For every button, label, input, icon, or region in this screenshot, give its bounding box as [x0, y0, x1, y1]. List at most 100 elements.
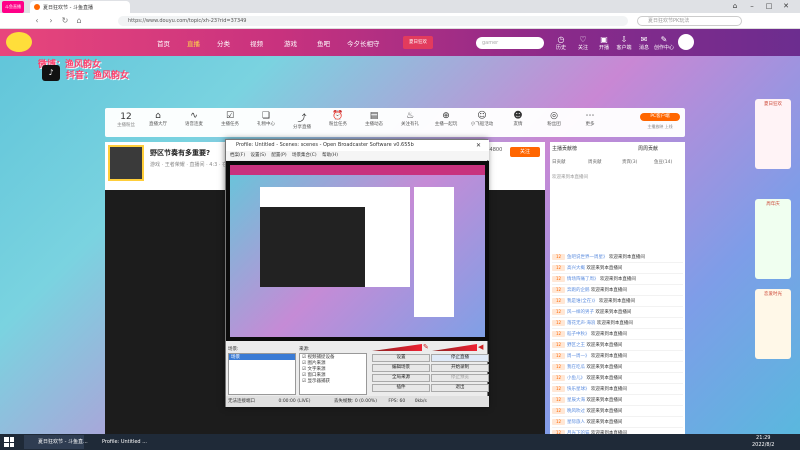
back-icon[interactable]: ‹ [32, 16, 42, 26]
browser-logo[interactable]: 斗鱼直播 [2, 1, 24, 13]
source-item[interactable]: ☑ 显示器捕获 [302, 378, 366, 384]
chat-username[interactable]: 小鱼儿》 [567, 376, 585, 381]
nav-client[interactable]: ⇩ 客户端 [614, 35, 634, 51]
pc-client-button[interactable]: PC客户端 [640, 113, 680, 121]
func-hall[interactable]: ⌂ 直播大厅 [141, 111, 175, 127]
chat-tab-week2[interactable]: 周贡献 [588, 159, 602, 165]
obs-stop-preview-button[interactable]: 停止预览 [431, 374, 489, 382]
obs-record-button[interactable]: 开始录制 [431, 364, 489, 372]
forward-icon[interactable]: › [46, 16, 56, 26]
chat-username[interactable]: 落花无声·海浪 [567, 321, 595, 326]
chat-username[interactable]: 鱼吧说世界一周星》 [567, 255, 608, 260]
chat-tab-fishbean[interactable]: 鱼豆(14) [654, 159, 672, 165]
mute-icon[interactable]: ◀ [478, 343, 483, 351]
sources-list[interactable]: ☑ 视频捕捉设备 ☑ 图片来源 ☑ 文字来源 ☑ 窗口来源 ☑ 显示器捕获 [299, 353, 367, 395]
nav-messages[interactable]: ✉ 消息 [634, 35, 654, 51]
camera-icon: ▣ [600, 35, 608, 44]
obs-global-sources-button[interactable]: 全局来源 [372, 374, 430, 382]
nav-event[interactable]: 今夕长相守 [347, 38, 380, 48]
site-search-input[interactable]: gamer [476, 37, 544, 49]
event-badge[interactable]: 夏日狂欢 [403, 36, 433, 49]
chat-username[interactable]: 晚风吹过 [567, 409, 585, 414]
obs-menu-file[interactable]: 档案(F) [230, 153, 245, 158]
follow-button[interactable]: 关注 [510, 147, 540, 157]
obs-edit-scene-button[interactable]: 编辑场景 [372, 364, 430, 372]
obs-plugins-button[interactable]: 插件 [372, 384, 430, 392]
obs-menu-settings[interactable]: 设置(S) [251, 153, 266, 158]
obs-menu-help[interactable]: 帮助(H) [322, 153, 338, 158]
maximize-button[interactable]: □ [762, 1, 776, 12]
chat-text: 欢迎来到本直播间 [586, 398, 623, 403]
reload-icon[interactable]: ↻ [60, 16, 70, 26]
obs-exit-button[interactable]: 退出 [431, 384, 489, 392]
chat-username[interactable]: 风一样的男子 [567, 310, 594, 315]
home-icon[interactable]: ⌂ [728, 1, 742, 12]
taskbar-obs[interactable]: Profile: Untitled ... [88, 435, 150, 449]
chat-username[interactable]: 稻子中秋》 [567, 332, 590, 337]
user-avatar[interactable] [678, 34, 694, 50]
scenes-list[interactable]: 场景 [228, 353, 296, 395]
audio-meter-mic[interactable] [372, 344, 422, 351]
obs-titlebar[interactable]: Profile: Untitled - Scenes: scenes - Ope… [226, 140, 489, 151]
chat-username[interactable]: 我是谁(全在)》 [567, 299, 598, 304]
minimize-button[interactable]: – [745, 1, 759, 12]
obs-stop-stream-button[interactable]: 停止直播 [431, 354, 489, 362]
chat-username[interactable]: 奔跑的企鹅 [567, 288, 590, 293]
obs-menu-profile[interactable]: 配置(P) [271, 153, 286, 158]
nav-creator[interactable]: ✎ 创作中心 [654, 35, 674, 51]
browser-tab[interactable]: 夏日狂欢节 - 斗鱼直播 [30, 1, 130, 13]
func-voice[interactable]: ∿ 语音连麦 [177, 111, 211, 127]
chat-week-tab[interactable]: 周周贡献 [638, 145, 658, 152]
func-friend[interactable]: ☻ 友情 [501, 111, 535, 127]
browser-search-input[interactable]: 夏日狂欢节PK玩法 [637, 16, 742, 26]
nav-start-live[interactable]: ▣ 开播 [594, 35, 614, 51]
streamer-avatar[interactable] [108, 145, 144, 181]
nav-fishbar[interactable]: 鱼吧 [317, 38, 330, 48]
home-nav-icon[interactable]: ⌂ [74, 16, 84, 26]
nav-live[interactable]: 直播 [187, 38, 200, 48]
taskbar-browser[interactable]: 夏日狂欢节 - 斗鱼直... [24, 435, 88, 449]
level-badge: 12 [552, 353, 565, 359]
chat-username[interactable]: 星际旅人 [567, 420, 585, 425]
func-play[interactable]: ⊕ 主播一起玩 [429, 111, 463, 127]
douyu-logo[interactable] [6, 32, 32, 52]
nav-history[interactable]: ◷ 历史 [551, 35, 571, 51]
chat-rank-tab[interactable]: 主播贡献榜 [552, 145, 577, 152]
scene-item[interactable]: 场景 [229, 354, 295, 360]
audio-meter-desktop[interactable] [432, 344, 477, 351]
func-task[interactable]: ☑ 主播任务 [213, 111, 247, 127]
chat-username[interactable]: 周一周一》 [567, 354, 590, 359]
side-banner-1[interactable]: 夏日狂欢 [755, 99, 791, 169]
taskbar-clock[interactable]: 21:29 2022/8/2 [752, 435, 774, 449]
nav-game[interactable]: 游戏 [284, 38, 297, 48]
speaker-icon[interactable]: ✎ [423, 343, 429, 351]
obs-close-button[interactable]: ✕ [476, 140, 481, 151]
chat-username[interactable]: 野区之王 [567, 343, 585, 348]
chat-tab-day[interactable]: 日贡献 [552, 159, 566, 165]
func-fantask[interactable]: ⏰ 粉丝任务 [321, 111, 355, 127]
url-input[interactable]: https://www.douyu.com/topic/xh-23?rid=37… [118, 16, 628, 26]
chat-username[interactable]: 我在吃瓜 [567, 365, 585, 370]
obs-menu-scenes[interactable]: 场景集合(C) [292, 153, 317, 158]
nav-follow[interactable]: ♡ 关注 [573, 35, 593, 51]
func-share[interactable]: ⤴ 分享直播 [285, 111, 319, 130]
obs-settings-button[interactable]: 设置 [372, 354, 430, 362]
windows-start-icon[interactable] [4, 437, 14, 447]
func-followgift[interactable]: ♨ 关注有礼 [393, 111, 427, 127]
chat-username[interactable]: 情场阵痛了周》 [567, 277, 599, 282]
chat-username[interactable]: 快乐星球》 [567, 387, 590, 392]
chat-username[interactable]: 星辰大海 [567, 398, 585, 403]
nav-home[interactable]: 首页 [157, 38, 170, 48]
side-banner-2[interactable]: 周年庆 [755, 199, 791, 279]
func-rocket[interactable]: ☺ 小飞船活动 [465, 111, 499, 127]
nav-category[interactable]: 分类 [217, 38, 230, 48]
chat-username[interactable]: 高兴大概 [567, 266, 585, 271]
func-more[interactable]: ⋯ 更多 [573, 111, 607, 127]
close-button[interactable]: ✕ [779, 1, 793, 12]
func-gift[interactable]: ❏ 礼物中心 [249, 111, 283, 127]
side-banner-3[interactable]: 恋爱时光 [755, 289, 791, 359]
func-fanclub[interactable]: ◎ 粉丝团 [537, 111, 571, 127]
chat-tab-vip[interactable]: 贵宾(3) [622, 159, 637, 165]
func-dynamic[interactable]: ▤ 主播动态 [357, 111, 391, 127]
nav-video[interactable]: 视频 [250, 38, 263, 48]
